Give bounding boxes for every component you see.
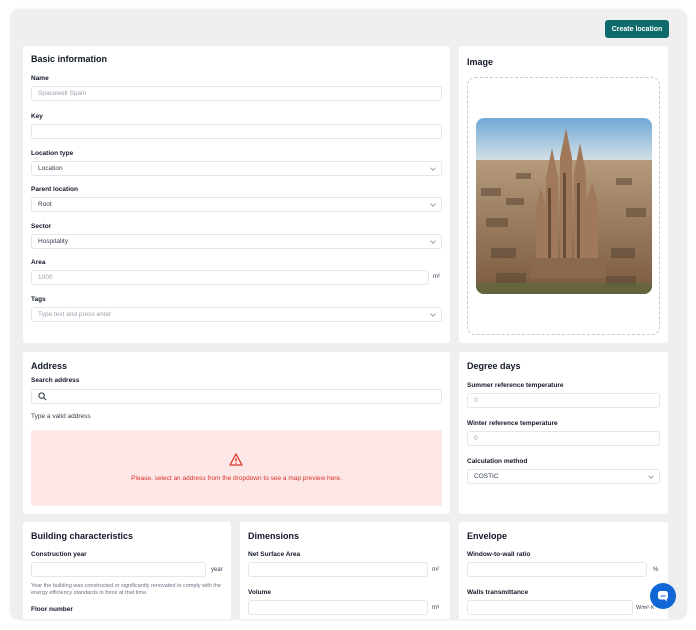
image-title: Image: [467, 57, 494, 67]
area-unit: m²: [433, 274, 440, 280]
tags-placeholder: Type text and press enter: [38, 311, 112, 318]
calculation-method-value: COSTIC: [474, 473, 499, 480]
net-surface-area-label: Net Surface Area: [248, 551, 301, 558]
parent-location-value: Root: [38, 201, 52, 208]
volume-input[interactable]: [248, 600, 428, 615]
name-input[interactable]: Spacewell Spain: [31, 86, 442, 101]
address-hint: Type a valid address: [31, 413, 91, 420]
window-to-wall-ratio-unit: %: [653, 567, 659, 573]
warning-icon: [229, 453, 243, 466]
sector-label: Sector: [31, 223, 52, 230]
chevron-down-icon: [430, 238, 436, 244]
volume-label: Volume: [248, 589, 271, 596]
net-surface-area-unit: m²: [432, 567, 439, 573]
building-characteristics-title: Building characteristics: [31, 531, 134, 541]
winter-temperature-input[interactable]: 0: [467, 431, 660, 446]
summer-temperature-label: Summer reference temperature: [467, 382, 564, 389]
tags-label: Tags: [31, 296, 46, 303]
window-to-wall-ratio-label: Window-to-wall ratio: [467, 551, 531, 558]
location-type-value: Location: [38, 165, 63, 172]
chat-support-button[interactable]: [650, 583, 676, 609]
construction-year-unit: year: [211, 567, 223, 573]
area-input[interactable]: 1000: [31, 270, 429, 285]
degree-days-title: Degree days: [467, 361, 521, 371]
basic-information-card: Basic information Name Spacewell Spain K…: [23, 46, 450, 343]
parent-location-label: Parent location: [31, 186, 78, 193]
walls-transmittance-input[interactable]: [467, 600, 633, 615]
volume-unit: m³: [432, 605, 439, 611]
key-label: Key: [31, 113, 43, 120]
name-input-value: Spacewell Spain: [38, 90, 87, 97]
tags-input[interactable]: Type text and press enter: [31, 307, 442, 322]
summer-temperature-input[interactable]: 0: [467, 393, 660, 408]
building-characteristics-card: Building characteristics Construction ye…: [23, 522, 231, 619]
winter-temperature-label: Winter reference temperature: [467, 420, 558, 427]
location-type-select[interactable]: Location: [31, 161, 442, 176]
chevron-down-icon: [430, 201, 436, 207]
sector-select[interactable]: Hospitality: [31, 234, 442, 249]
search-address-input[interactable]: [31, 389, 442, 404]
chevron-down-icon: [430, 165, 436, 171]
floor-number-label: Floor number: [31, 606, 73, 613]
calculation-method-select[interactable]: COSTIC: [467, 469, 660, 484]
walls-transmittance-label: Walls transmittance: [467, 589, 529, 596]
cathedral-photo-icon: [476, 118, 652, 294]
basic-information-title: Basic information: [31, 54, 108, 64]
address-card: Address Search address Type a valid addr…: [23, 352, 450, 514]
window-to-wall-ratio-input[interactable]: [467, 562, 647, 577]
app-frame: Create location Basic information Name S…: [11, 10, 686, 619]
envelope-title: Envelope: [467, 531, 508, 541]
name-label: Name: [31, 75, 49, 82]
address-title: Address: [31, 361, 68, 371]
map-preview-warning: Please, select an address from the dropd…: [31, 430, 442, 506]
envelope-card: Envelope Window-to-wall ratio % Walls tr…: [459, 522, 668, 619]
location-type-label: Location type: [31, 150, 74, 157]
winter-temperature-value: 0: [474, 435, 478, 442]
chevron-down-icon: [430, 311, 436, 317]
chat-icon: [658, 591, 668, 602]
net-surface-area-input[interactable]: [248, 562, 428, 577]
map-warning-text: Please, select an address from the dropd…: [131, 475, 342, 482]
create-location-button[interactable]: Create location: [605, 20, 669, 38]
summer-temperature-value: 0: [474, 397, 478, 404]
key-input[interactable]: [31, 124, 442, 139]
sector-value: Hospitality: [38, 238, 68, 245]
image-card: Image: [459, 46, 668, 343]
location-photo: [476, 118, 652, 294]
dimensions-title: Dimensions: [248, 531, 300, 541]
search-icon: [38, 392, 47, 401]
construction-year-label: Construction year: [31, 551, 87, 558]
area-placeholder: 1000: [38, 274, 53, 281]
search-address-label: Search address: [31, 377, 80, 384]
dimensions-card: Dimensions Net Surface Area m² Volume m³: [240, 522, 450, 619]
construction-year-input[interactable]: [31, 562, 206, 577]
construction-year-hint: Year the building was constructed or sig…: [31, 583, 221, 596]
image-dropzone[interactable]: [467, 77, 660, 335]
degree-days-card: Degree days Summer reference temperature…: [459, 352, 668, 514]
area-label: Area: [31, 259, 46, 266]
chevron-down-icon: [648, 473, 654, 479]
parent-location-select[interactable]: Root: [31, 197, 442, 212]
calculation-method-label: Calculation method: [467, 458, 528, 465]
walls-transmittance-unit: W/m²·K: [636, 605, 655, 611]
